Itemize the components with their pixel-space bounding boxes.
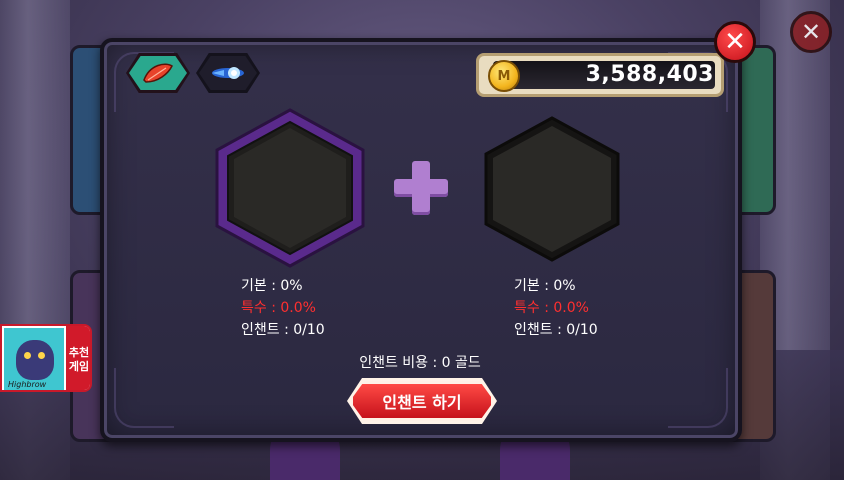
game-thumbnail: Highbrow [4, 328, 64, 390]
enchant-button-label: 인챈트 하기 [382, 393, 462, 412]
enchant-level: 인챈트 : 0/10 [514, 322, 598, 338]
close-icon: ✕ [800, 18, 822, 46]
energy-blast-icon [212, 67, 244, 79]
gold-coin-icon: M [488, 60, 520, 92]
creature-eye [38, 352, 45, 359]
base-stat: 기본 : 0% [241, 278, 303, 294]
feather-icon [143, 63, 173, 83]
recommended-game-banner[interactable]: Highbrow 추천 게임 [0, 324, 92, 392]
material-item-slot[interactable] [480, 114, 624, 264]
plus-icon [394, 161, 448, 215]
creature-eye [24, 352, 31, 359]
promo-tag-line: 추천 [68, 346, 90, 359]
enchant-cost: 인챈트 비용 : 0 골드 [359, 355, 481, 371]
panel-ornament [668, 368, 728, 428]
enchant-button[interactable]: 인챈트 하기 [350, 381, 494, 421]
main-item-stats: 기본 : 0% 특수 : 0.0% 인챈트 : 0/10 [241, 275, 325, 341]
tab-skill[interactable] [196, 53, 260, 93]
enchant-level: 인챈트 : 0/10 [241, 322, 325, 338]
special-stat: 특수 : 0.0% [514, 300, 589, 316]
gold-coin-label: M [497, 68, 511, 84]
panel-ornament [114, 368, 174, 428]
tab-weapon[interactable] [126, 53, 190, 93]
promo-tag-line: 게임 [68, 360, 90, 373]
promo-brand: Highbrow [8, 380, 47, 389]
material-item-stats: 기본 : 0% 특수 : 0.0% 인챈트 : 0/10 [514, 275, 598, 341]
special-stat: 특수 : 0.0% [241, 300, 316, 316]
close-icon: ✕ [724, 27, 746, 57]
base-stat: 기본 : 0% [514, 278, 576, 294]
gold-amount: 3,588,403 [585, 62, 714, 87]
plus-bar [412, 161, 430, 215]
promo-tag: 추천 게임 [66, 326, 90, 390]
main-item-slot[interactable] [211, 106, 369, 270]
creature-icon [16, 340, 54, 380]
